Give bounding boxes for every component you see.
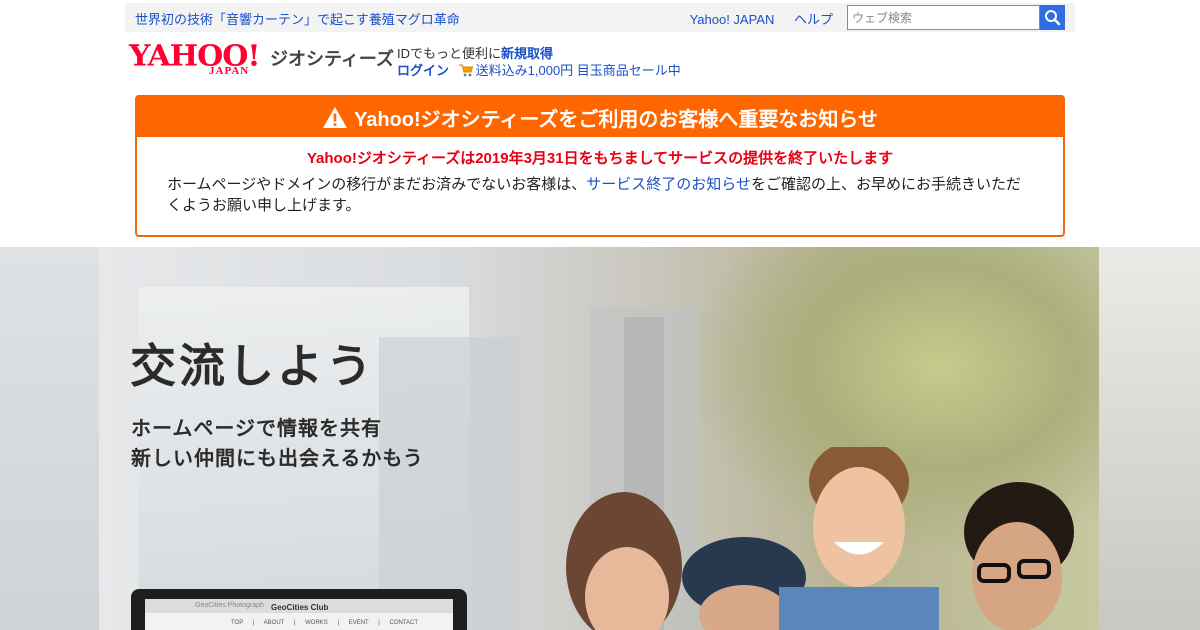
search-button[interactable] [1040, 5, 1065, 30]
hero-line-2: 新しい仲間にも出会えるかもう [131, 446, 424, 470]
notice-header: Yahoo!ジオシティーズをご利用のお客様へ重要なお知らせ [137, 97, 1063, 137]
login-link[interactable]: ログイン [397, 63, 449, 78]
search-icon [1045, 10, 1061, 26]
warning-icon [322, 106, 347, 128]
top-bar: 世界初の技術「音響カーテン」で起こす養殖マグロ革命 Yahoo! JAPAN ヘ… [125, 3, 1075, 32]
service-end-link[interactable]: サービス終了のお知らせ [586, 176, 751, 193]
notice-alert: Yahoo!ジオシティーズは2019年3月31日をもちましてサービスの提供を終了… [306, 150, 894, 167]
login-line: ログイン 送料込み1,000円 目玉商品セール中 [397, 60, 681, 79]
notice-title: Yahoo!ジオシティーズをご利用のお客様へ重要なお知らせ [353, 108, 879, 131]
shopping-cart-icon [458, 64, 473, 77]
id-prefix-text: IDでもっと便利に [397, 46, 502, 61]
laptop-screen: GeoCities Photograph GeoCities Club TOP … [145, 599, 453, 630]
hero-building-shadow [379, 337, 519, 630]
signup-link[interactable]: 新規取得 [501, 46, 553, 61]
hero-side-right [1099, 247, 1200, 630]
hero-side-left [0, 247, 99, 630]
laptop-club-title: GeoCities Club [271, 603, 329, 612]
service-name[interactable]: ジオシティーズ [270, 45, 394, 71]
laptop-nav: TOP | ABOUT | WORKS | EVENT | CONTACT [231, 620, 419, 626]
laptop-brand-text: GeoCities Photograph [195, 602, 264, 609]
hero-title: 交流しよう [130, 339, 375, 393]
news-headline-link[interactable]: 世界初の技術「音響カーテン」で起こす養殖マグロ革命 [135, 9, 460, 28]
notice-body: ホームページやドメインの移行がまだお済みでないお客様は、サービス終了のお知らせを… [167, 174, 1033, 216]
search-form [847, 5, 1065, 30]
yahoo-logo[interactable]: YAHOO! JAPAN [129, 42, 269, 80]
important-notice: Yahoo!ジオシティーズをご利用のお客様へ重要なお知らせ Yahoo!ジオシテ… [135, 95, 1065, 237]
yahoo-japan-link[interactable]: Yahoo! JAPAN [690, 12, 775, 27]
laptop-illustration: GeoCities Photograph GeoCities Club TOP … [131, 589, 467, 630]
search-input[interactable] [847, 5, 1040, 30]
help-link[interactable]: ヘルプ [794, 12, 833, 27]
hero-people-image [566, 447, 1074, 630]
sale-link[interactable]: 送料込み1,000円 目玉商品セール中 [476, 63, 681, 78]
logo-sub: JAPAN [209, 65, 250, 77]
notice-body-before: ホームページやドメインの移行がまだお済みでないお客様は、 [167, 176, 587, 193]
hero-line-1: ホームページで情報を共有 [131, 416, 382, 440]
hero-subtitle: ホームページで情報を共有 新しい仲間にも出会えるかもう [131, 413, 424, 473]
top-links: Yahoo! JAPAN ヘルプ [674, 9, 833, 28]
